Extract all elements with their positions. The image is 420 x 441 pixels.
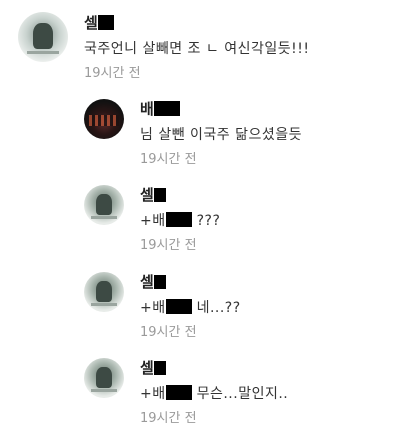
redacted-mention [165,212,192,227]
comment-text: 국주언니 살빼면 조 ㄴ 여신각일듯!!! [84,41,310,57]
comment-time: 19시간 전 [140,238,197,253]
avatar[interactable] [84,272,124,312]
mention-link[interactable]: +배 [140,300,166,316]
comment-time: 19시간 전 [140,325,197,340]
avatar-image [88,115,120,127]
redacted-name [97,15,114,30]
comment-text: +배 ??? [140,210,220,230]
comment-time: 19시간 전 [84,66,141,81]
avatar-figure [96,280,112,302]
comment-text: +배 무슨...말인지.. [140,383,288,403]
redacted-mention [165,385,192,400]
comment-author[interactable]: 셀 [140,357,166,378]
comment-time: 19시간 전 [140,152,197,167]
avatar[interactable] [84,99,124,139]
redacted-name [153,188,166,202]
avatar-figure [96,193,112,215]
avatar[interactable] [84,185,124,225]
comment-time: 19시간 전 [140,411,197,426]
avatar-caption [91,303,117,306]
avatar-caption [91,216,117,219]
mention-link[interactable]: +배 [140,213,166,229]
avatar-caption [27,51,59,54]
comment-body: 네...?? [196,300,241,316]
comment-author[interactable]: 셀 [140,184,166,205]
comment-author[interactable]: 배 [140,98,180,119]
redacted-mention [165,299,192,314]
comment-body: 무슨...말인지.. [196,386,289,402]
redacted-name [153,275,166,289]
comment-author[interactable]: 셀 [140,271,166,292]
comment-author[interactable]: 셀 [84,12,114,33]
avatar-figure [33,23,53,49]
avatar-caption [91,389,117,392]
comment-body: ??? [196,213,221,229]
redacted-name [153,101,180,116]
redacted-name [153,361,166,375]
avatar-figure [96,366,112,388]
comment-text: +배 네...?? [140,297,241,317]
comment-text: 님 살뺀 이국주 닮으셨을듯 [140,127,303,143]
avatar[interactable] [84,358,124,398]
avatar[interactable] [18,12,68,62]
mention-link[interactable]: +배 [140,386,166,402]
